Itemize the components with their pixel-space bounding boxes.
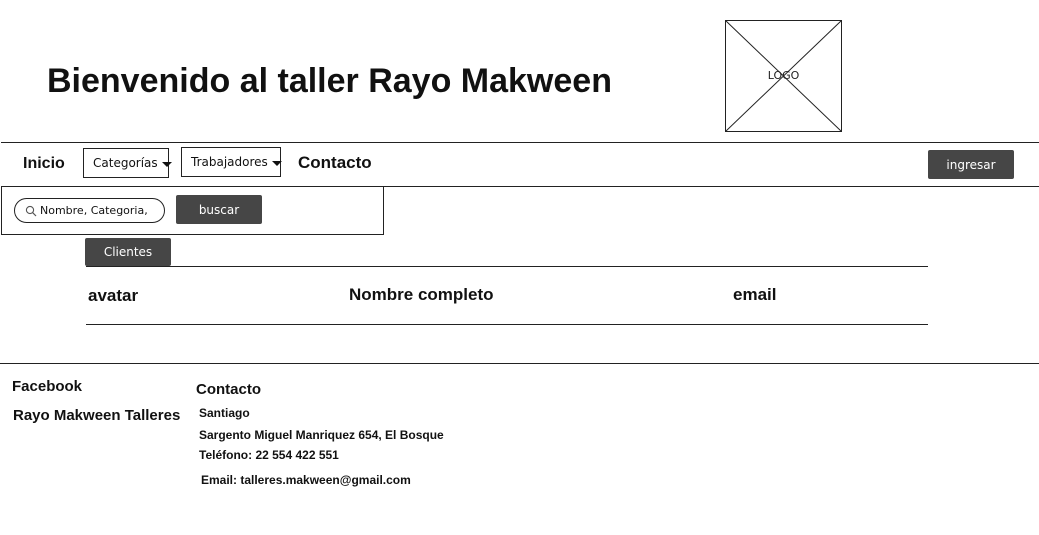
footer-city: Santiago	[199, 406, 250, 420]
workers-dropdown[interactable]: Trabajadores	[181, 147, 282, 177]
page-title: Bienvenido al taller Rayo Makween	[47, 62, 612, 100]
footer-email: Email: talleres.makween@gmail.com	[201, 473, 411, 487]
workers-dropdown-label: Trabajadores	[191, 155, 268, 169]
footer-phone: Teléfono: 22 554 422 551	[199, 448, 339, 462]
logo-label: LOGO	[767, 69, 800, 82]
table-top-divider	[86, 266, 928, 267]
footer-contact-heading: Contacto	[196, 381, 261, 398]
footer-divider	[0, 363, 1039, 364]
footer-address: Sargento Miguel Manriquez 654, El Bosque	[199, 428, 444, 442]
categories-dropdown-label: Categorías	[93, 156, 158, 170]
search-placeholder: Nombre, Categoria,	[40, 204, 148, 217]
footer-facebook-link[interactable]: Facebook	[12, 378, 82, 395]
search-button[interactable]: buscar	[176, 195, 262, 224]
nav-contact-link[interactable]: Contacto	[298, 153, 372, 173]
search-input[interactable]: Nombre, Categoria,	[14, 198, 165, 223]
logo-placeholder: LOGO	[725, 20, 842, 132]
login-button[interactable]: ingresar	[928, 150, 1014, 179]
column-header-email: email	[733, 285, 777, 304]
search-icon	[25, 205, 37, 216]
chevron-down-icon	[161, 162, 172, 167]
categories-dropdown[interactable]: Categorías	[83, 148, 172, 178]
column-header-avatar: avatar	[88, 286, 139, 305]
column-header-full-name: Nombre completo	[349, 285, 494, 304]
footer-brand: Rayo Makween Talleres	[13, 407, 181, 424]
tab-clientes[interactable]: Clientes	[85, 238, 171, 266]
nav-home-link[interactable]: Inicio	[23, 155, 65, 173]
chevron-down-icon	[271, 161, 282, 166]
table-bottom-divider	[86, 324, 928, 325]
